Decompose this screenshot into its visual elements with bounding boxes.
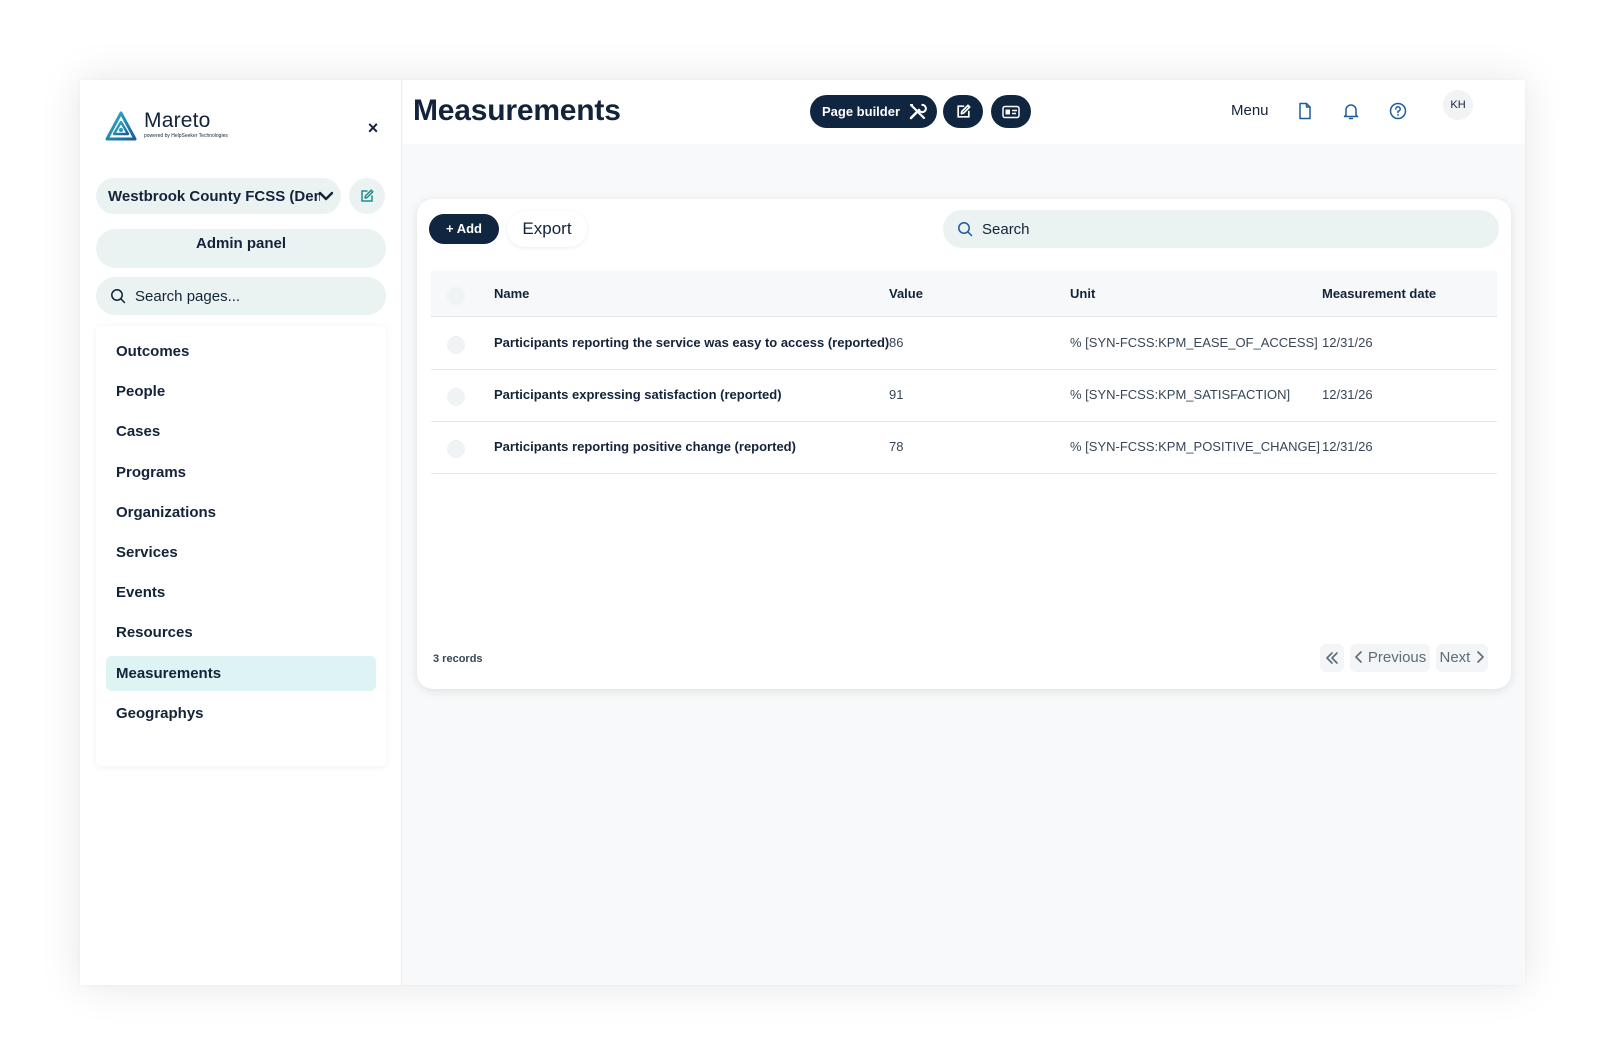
page-title: Measurements [413, 94, 621, 127]
row-checkbox[interactable] [447, 440, 465, 458]
organization-select-value: Westbrook County FCSS (Demonstration) [108, 187, 320, 205]
sidebar-item-organizations[interactable]: Organizations [106, 495, 376, 530]
double-chevron-left-icon [1326, 652, 1338, 664]
tools-icon [909, 103, 927, 120]
search-icon [111, 289, 126, 304]
organization-select[interactable]: Westbrook County FCSS (Demonstration) [96, 178, 341, 214]
search-pages-input[interactable] [135, 287, 375, 305]
row-name[interactable]: Participants reporting positive change (… [494, 439, 796, 454]
column-header-measurement-date[interactable]: Measurement date [1322, 286, 1436, 301]
table-row[interactable]: Participants expressing satisfaction (re… [431, 369, 1497, 422]
column-header-value[interactable]: Value [889, 286, 923, 301]
row-value: 78 [889, 439, 904, 454]
row-date: 12/31/26 [1322, 439, 1373, 454]
user-avatar[interactable]: KH [1443, 90, 1473, 120]
sidebar-item-people[interactable]: People [106, 374, 376, 409]
edit-page-button[interactable] [943, 95, 983, 128]
row-unit: % [SYN-FCSS:KPM_POSITIVE_CHANGE] [1070, 439, 1320, 454]
column-header-name[interactable]: Name [494, 286, 529, 301]
mareto-logo-icon [105, 111, 137, 141]
page-builder-button[interactable]: Page builder [810, 95, 937, 128]
edit-organization-button[interactable] [349, 178, 385, 214]
row-unit: % [SYN-FCSS:KPM_SATISFACTION] [1070, 387, 1291, 402]
sidebar-search [96, 277, 386, 315]
row-checkbox[interactable] [447, 336, 465, 354]
table-row[interactable]: Participants reporting positive change (… [431, 421, 1497, 474]
sidebar-item-services[interactable]: Services [106, 535, 376, 570]
sidebar-item-programs[interactable]: Programs [106, 455, 376, 490]
search-icon [958, 222, 973, 237]
sidebar-item-outcomes[interactable]: Outcomes [106, 334, 376, 369]
edit-icon [361, 189, 374, 202]
row-date: 12/31/26 [1322, 387, 1373, 402]
sidebar-nav: Outcomes People Cases Programs Organizat… [96, 326, 386, 766]
table-row[interactable]: Participants reporting the service was e… [431, 317, 1497, 370]
previous-page-button[interactable]: Previous [1350, 644, 1430, 672]
brand-tagline: powered by HelpSeeker Technologies [144, 133, 228, 139]
chevron-left-icon [1354, 651, 1362, 663]
chevron-right-icon [1476, 651, 1484, 663]
document-icon[interactable] [1295, 101, 1315, 121]
row-value: 91 [889, 387, 904, 402]
table-header: Name Value Unit Measurement date [431, 271, 1497, 317]
first-page-button[interactable] [1320, 644, 1344, 672]
bell-icon[interactable] [1341, 101, 1361, 121]
measurements-card: + Add Export Name Value Unit Measurement… [417, 199, 1511, 689]
chevron-down-icon [318, 191, 334, 201]
row-checkbox[interactable] [447, 388, 465, 406]
row-date: 12/31/26 [1322, 335, 1373, 350]
id-card-button[interactable] [991, 95, 1031, 128]
table-search [943, 210, 1499, 248]
row-value: 86 [889, 335, 904, 350]
admin-panel-button[interactable]: Admin panel [96, 229, 386, 268]
records-count: 3 records [433, 653, 483, 665]
page-builder-label: Page builder [822, 104, 901, 119]
sidebar-item-measurements[interactable]: Measurements [106, 656, 376, 691]
previous-label: Previous [1367, 649, 1427, 666]
app-window: Mareto powered by HelpSeeker Technologie… [80, 80, 1525, 985]
sidebar-item-events[interactable]: Events [106, 575, 376, 610]
id-card-icon [1002, 105, 1020, 118]
sidebar-item-resources[interactable]: Resources [106, 615, 376, 650]
column-header-unit[interactable]: Unit [1070, 286, 1095, 301]
add-button[interactable]: + Add [429, 214, 499, 244]
sidebar-item-geographys[interactable]: Geographys [106, 696, 376, 731]
top-bar: Measurements Page builder Menu KH [403, 80, 1525, 144]
help-icon[interactable] [1388, 101, 1408, 121]
brand: Mareto powered by HelpSeeker Technologie… [104, 110, 228, 144]
export-button[interactable]: Export [507, 211, 587, 247]
brand-name: Mareto [144, 109, 211, 132]
search-input[interactable] [982, 220, 1482, 238]
row-unit: % [SYN-FCSS:KPM_EASE_OF_ACCESS] [1070, 335, 1318, 350]
menu-link[interactable]: Menu [1231, 102, 1269, 119]
row-name[interactable]: Participants expressing satisfaction (re… [494, 387, 782, 402]
close-sidebar-button[interactable]: × [362, 117, 384, 139]
next-page-button[interactable]: Next [1436, 644, 1488, 672]
sidebar: Mareto powered by HelpSeeker Technologie… [80, 80, 402, 985]
row-name[interactable]: Participants reporting the service was e… [494, 335, 889, 350]
next-label: Next [1439, 649, 1471, 666]
sidebar-item-cases[interactable]: Cases [106, 414, 376, 449]
edit-icon [956, 104, 971, 118]
select-all-checkbox[interactable] [447, 287, 465, 305]
